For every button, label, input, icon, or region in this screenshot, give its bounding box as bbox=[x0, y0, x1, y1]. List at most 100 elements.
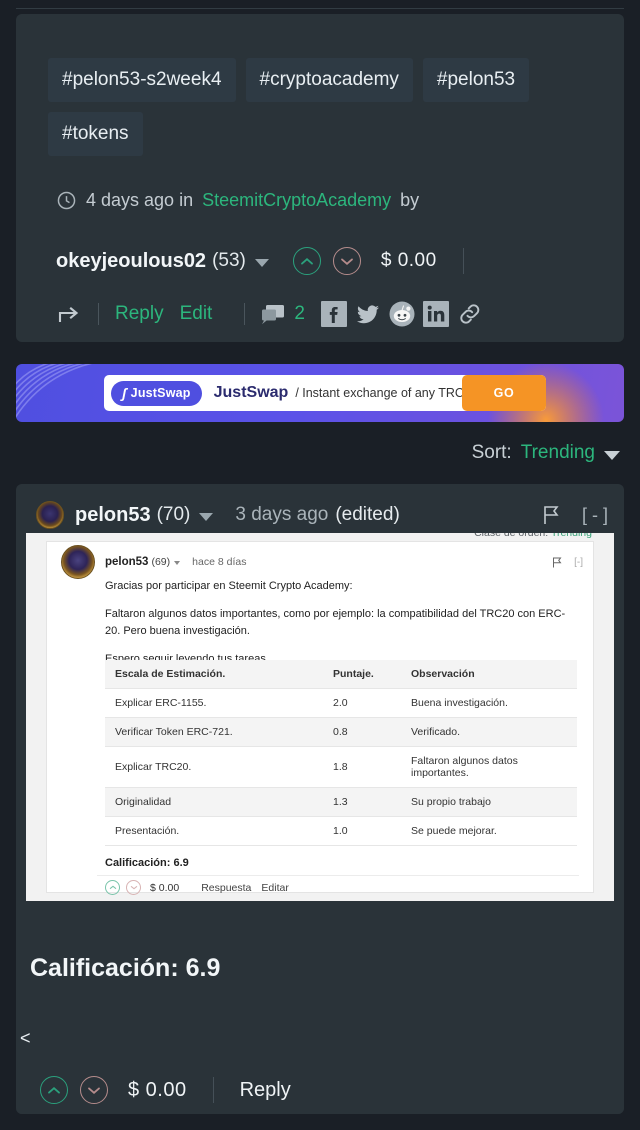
embedded-paragraph: Faltaron algunos datos importantes, como… bbox=[105, 608, 566, 638]
comment-time: 3 days ago bbox=[235, 504, 329, 525]
table-cell: 2.0 bbox=[323, 688, 401, 718]
embedded-comment-footer: $ 0.00 Respuesta Editar bbox=[97, 875, 579, 899]
downvote-button bbox=[126, 880, 141, 895]
embedded-comment-header: pelon53 (69) hace 8 días [-] bbox=[61, 545, 583, 579]
embedded-sort-fragment: Clase de orden: Trending bbox=[474, 533, 592, 539]
sort-control[interactable]: Sort: Trending bbox=[472, 442, 620, 464]
reply-button[interactable]: Reply bbox=[115, 303, 164, 325]
upvote-icon bbox=[109, 885, 116, 890]
tag-item[interactable]: #cryptoacademy bbox=[245, 58, 413, 102]
comment-body-heading: Calificación: 6.9 bbox=[30, 954, 221, 982]
chevron-down-icon[interactable] bbox=[254, 258, 269, 267]
facebook-icon[interactable] bbox=[320, 301, 347, 327]
table-header-cell: Observación bbox=[401, 660, 577, 689]
tag-item[interactable]: #tokens bbox=[48, 112, 143, 156]
table-cell: Presentación. bbox=[105, 816, 323, 846]
table-cell: Originalidad bbox=[105, 787, 323, 817]
embedded-author-reputation: (69) bbox=[151, 556, 171, 568]
table-header-row: Escala de Estimación. Puntaje. Observaci… bbox=[105, 660, 577, 689]
downvote-button[interactable] bbox=[80, 1076, 108, 1104]
embedded-payout: $ 0.00 bbox=[150, 881, 180, 894]
table-cell: Explicar ERC-1155. bbox=[105, 688, 323, 718]
post-meta: 4 days ago in SteemitCryptoAcademy by bbox=[56, 190, 419, 211]
comment-header: pelon53 (70) 3 days ago (edited) [ - ] bbox=[36, 498, 608, 532]
share-icon[interactable] bbox=[58, 304, 82, 324]
table-cell: Explicar TRC20. bbox=[105, 746, 323, 788]
post-card: #pelon53-s2week4 #cryptoacademy #pelon53… bbox=[16, 14, 624, 342]
by-label: by bbox=[400, 190, 420, 210]
link-icon[interactable] bbox=[457, 301, 483, 327]
embedded-reply-button: Respuesta bbox=[201, 881, 252, 894]
sort-value[interactable]: Trending bbox=[521, 442, 595, 464]
upvote-button bbox=[105, 880, 120, 895]
embedded-comment-time: hace 8 días bbox=[192, 556, 247, 568]
justswap-logo-icon: ʃ JustSwap bbox=[111, 380, 202, 406]
embedded-author-name: pelon53 bbox=[105, 556, 149, 568]
comment-author-name[interactable]: pelon53 bbox=[75, 504, 151, 527]
comment-footer-bar: $ 0.00 Reply bbox=[16, 1066, 624, 1114]
comment-edited-badge: (edited) bbox=[335, 504, 400, 525]
linkedin-icon[interactable] bbox=[422, 301, 449, 327]
comment-count: 2 bbox=[294, 303, 305, 324]
top-divider bbox=[16, 8, 624, 9]
embedded-comment-panel: pelon53 (69) hace 8 días [-] Gracias por… bbox=[46, 541, 594, 895]
community-link[interactable]: SteemitCryptoAcademy bbox=[202, 190, 391, 211]
table-row: Verificar Token ERC-721. 0.8 Verificado. bbox=[105, 717, 577, 747]
embedded-calificacion: Calificación: 6.9 bbox=[105, 857, 189, 869]
table-row: Explicar ERC-1155. 2.0 Buena investigaci… bbox=[105, 688, 577, 718]
divider bbox=[212, 1077, 214, 1103]
table-cell: Se puede mejorar. bbox=[401, 816, 577, 846]
embedded-sort-label: Clase de orden: bbox=[474, 533, 549, 539]
downvote-icon bbox=[340, 258, 353, 265]
embedded-edit-button: Editar bbox=[261, 881, 289, 894]
comment-reply-button[interactable]: Reply bbox=[240, 1079, 291, 1102]
twitter-icon[interactable] bbox=[355, 301, 381, 327]
table-cell: 1.3 bbox=[323, 787, 401, 817]
vote-group bbox=[292, 247, 361, 275]
table-cell: Faltaron algunos datos importantes. bbox=[401, 746, 577, 788]
social-share-group bbox=[320, 301, 483, 327]
tag-list: #pelon53-s2week4 #cryptoacademy #pelon53… bbox=[48, 58, 598, 156]
tag-item[interactable]: #pelon53-s2week4 bbox=[48, 58, 236, 102]
upvote-button[interactable] bbox=[292, 247, 321, 275]
reddit-icon[interactable] bbox=[389, 301, 415, 327]
grading-table: Escala de Estimación. Puntaje. Observaci… bbox=[105, 660, 577, 846]
post-time: 4 days ago in bbox=[86, 190, 194, 210]
table-row: Explicar TRC20. 1.8 Faltaron algunos dat… bbox=[105, 746, 577, 788]
comment-payout[interactable]: $ 0.00 bbox=[128, 1079, 187, 1102]
post-payout[interactable]: $ 0.00 bbox=[381, 250, 437, 272]
page-root: #pelon53-s2week4 #cryptoacademy #pelon53… bbox=[0, 0, 640, 1130]
table-row: Originalidad 1.3 Su propio trabajo bbox=[105, 787, 577, 817]
banner-go-button[interactable]: GO bbox=[462, 375, 546, 411]
table-header-cell: Puntaje. bbox=[323, 660, 401, 689]
table-cell: Buena investigación. bbox=[401, 688, 577, 718]
avatar[interactable] bbox=[36, 501, 64, 529]
post-action-bar: Reply Edit 2 bbox=[58, 299, 483, 329]
avatar bbox=[61, 545, 95, 579]
author-name[interactable]: okeyjeoulous02 bbox=[56, 250, 206, 273]
chevron-down-icon[interactable] bbox=[199, 512, 214, 521]
author-row: okeyjeoulous02 (53) $ 0.00 bbox=[56, 244, 464, 278]
downvote-icon bbox=[130, 885, 137, 890]
divider bbox=[244, 303, 246, 325]
banner-content: ʃ JustSwap JustSwap / Instant exchange of… bbox=[104, 375, 546, 411]
clock-icon bbox=[57, 191, 76, 210]
upvote-button[interactable] bbox=[40, 1076, 68, 1104]
table-cell: Su propio trabajo bbox=[401, 787, 577, 817]
divider bbox=[462, 248, 464, 274]
edit-button[interactable]: Edit bbox=[180, 303, 213, 325]
table-cell: Verificar Token ERC-721. bbox=[105, 717, 323, 747]
comment-count-group[interactable]: 2 bbox=[261, 303, 305, 325]
downvote-button[interactable] bbox=[332, 247, 361, 275]
chevron-down-icon[interactable] bbox=[604, 450, 620, 460]
table-row: Presentación. 1.0 Se puede mejorar. bbox=[105, 816, 577, 846]
upvote-icon bbox=[48, 1086, 60, 1093]
embedded-screenshot: Clase de orden: Trending pelon53 (69) ha… bbox=[26, 533, 614, 901]
justswap-ad-banner[interactable]: ʃ JustSwap JustSwap / Instant exchange of… bbox=[16, 364, 624, 422]
embedded-paragraph: Gracias por participar en Steemit Crypto… bbox=[105, 580, 353, 592]
comment-author-reputation: (70) bbox=[156, 504, 191, 525]
flag-icon[interactable] bbox=[542, 505, 560, 525]
collapse-toggle[interactable]: [ - ] bbox=[582, 505, 608, 526]
tag-item[interactable]: #pelon53 bbox=[422, 58, 530, 102]
upvote-icon bbox=[300, 257, 313, 264]
